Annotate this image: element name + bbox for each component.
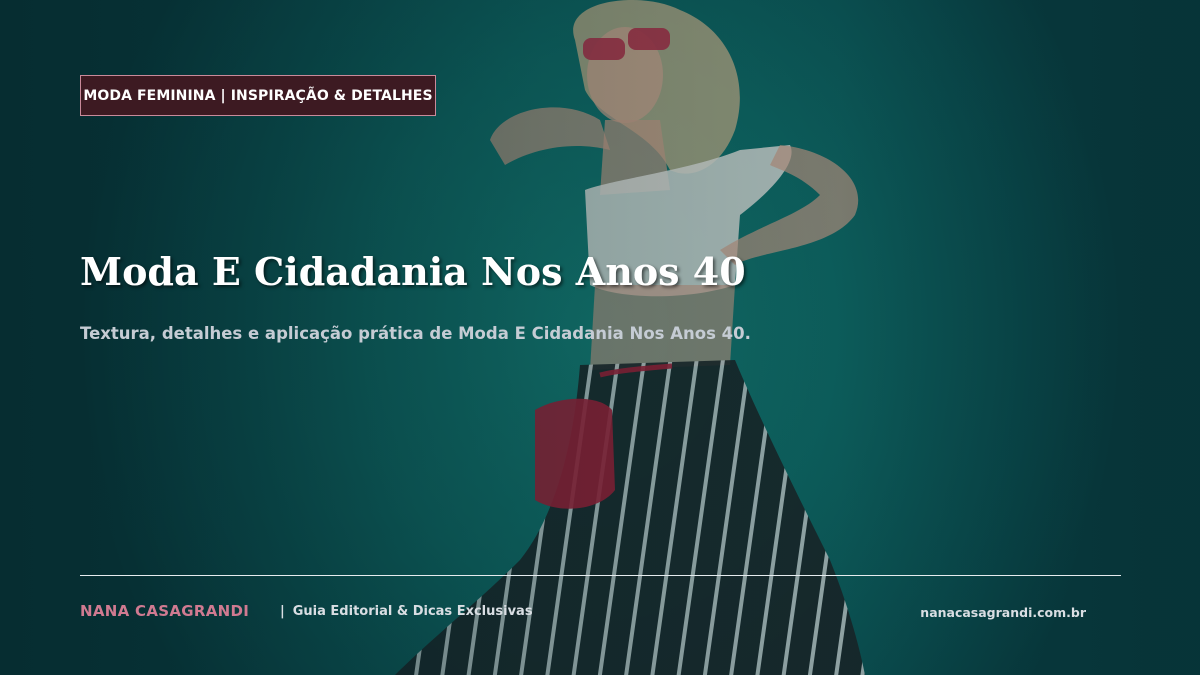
footer-separator: | [280,604,285,619]
footer-tagline-text: Guia Editorial & Dicas Exclusivas [292,604,533,619]
category-tag[interactable]: MODA FEMININA | INSPIRAÇÃO & DETALHES [80,75,436,116]
website-link[interactable]: nanacasagrandi.com.br [920,605,1086,620]
brand-name[interactable]: NANA CASAGRANDI [80,602,249,620]
footer-divider [80,575,1121,576]
page-subtitle: Textura, detalhes e aplicação prática de… [80,324,751,343]
footer-tagline: | Guia Editorial & Dicas Exclusivas [280,604,533,619]
page-title: Moda E Cidadania Nos Anos 40 [80,249,746,294]
